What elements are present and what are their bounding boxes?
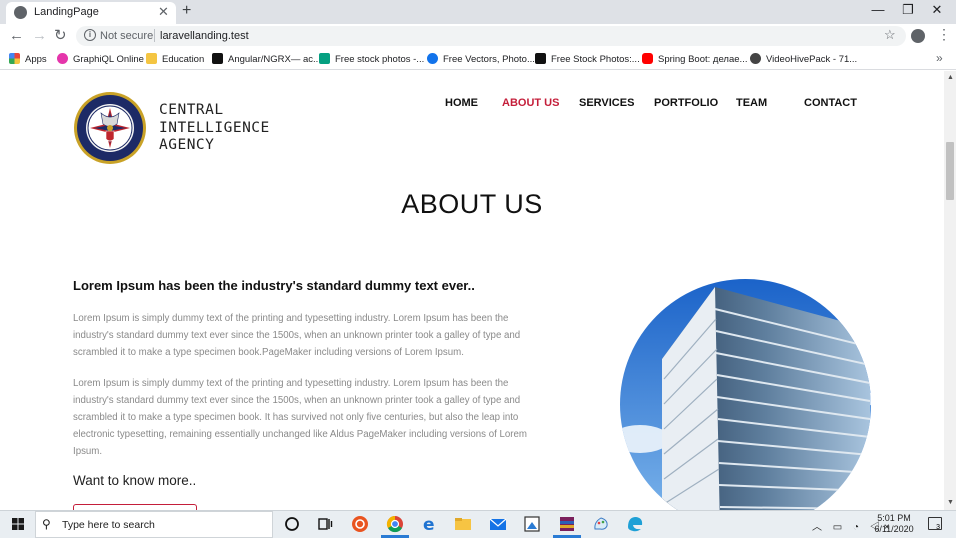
windows-start-icon[interactable]: [12, 518, 24, 530]
address-separator: [154, 29, 155, 42]
brand-name[interactable]: CENTRAL INTELLIGENCE AGENCY: [159, 102, 270, 155]
svg-text:e: e: [423, 515, 435, 534]
winrar-icon[interactable]: [557, 514, 577, 534]
nav-home[interactable]: HOME: [445, 97, 478, 109]
more-heading: Want to know more..: [73, 473, 197, 488]
bookmark-education[interactable]: Education: [146, 53, 204, 65]
bookmarks-overflow-icon[interactable]: »: [936, 51, 943, 65]
page-scrollbar[interactable]: [944, 71, 956, 510]
cortana-icon[interactable]: [282, 514, 302, 534]
bookmarks-bar: Apps GraphiQL Online Education Angular/N…: [0, 48, 956, 70]
address-bar[interactable]: i Not secure laravellanding.test ☆: [76, 26, 906, 46]
new-tab-button[interactable]: +: [182, 2, 191, 20]
nav-about-us[interactable]: ABOUT US: [502, 97, 559, 109]
brand-line-3: AGENCY: [159, 137, 215, 153]
url-text[interactable]: laravellanding.test: [160, 30, 249, 42]
bookmark-burst[interactable]: Free Stock Photos:...: [535, 53, 640, 65]
about-paragraph-1: Lorem Ipsum is simply dummy text of the …: [73, 313, 521, 358]
scroll-up-arrow-icon[interactable]: ▲: [947, 74, 954, 81]
bookmark-freepik[interactable]: Free Vectors, Photo...: [427, 53, 535, 65]
freepik-icon: [427, 53, 438, 64]
profile-avatar-icon[interactable]: [911, 29, 925, 43]
window-close-button[interactable]: ✕: [922, 2, 952, 18]
cia-seal-logo[interactable]: [73, 91, 147, 165]
chrome-icon[interactable]: [385, 514, 405, 534]
about-paragraph-2: Lorem Ipsum is simply dummy text of the …: [73, 378, 527, 457]
page-viewport: CENTRAL INTELLIGENCE AGENCY HOME ABOUT U…: [0, 71, 944, 510]
screenshot-tool-icon[interactable]: [522, 514, 542, 534]
taskbar-search-placeholder: Type here to search: [62, 519, 155, 531]
forward-arrow-icon[interactable]: →: [32, 27, 47, 44]
nav-team[interactable]: TEAM: [736, 97, 767, 109]
search-icon: ⚲: [42, 517, 51, 531]
paint-icon[interactable]: [591, 514, 611, 534]
tab-close-button[interactable]: ✕: [158, 4, 169, 20]
globe-icon: [14, 6, 27, 19]
bookmark-apps[interactable]: Apps: [9, 53, 47, 65]
bookmark-spring-boot[interactable]: Spring Boot: делае...: [642, 53, 747, 65]
brand-line-2: INTELLIGENCE: [159, 119, 270, 136]
notification-count: 3: [936, 524, 940, 531]
graphiql-icon: [57, 53, 68, 64]
nav-portfolio[interactable]: PORTFOLIO: [654, 97, 718, 109]
clock-time: 5:01 PM: [877, 513, 911, 523]
bookmark-graphiql[interactable]: GraphiQL Online: [57, 53, 144, 65]
task-view-icon[interactable]: [315, 514, 335, 534]
edge-icon[interactable]: e: [420, 514, 440, 534]
bookmark-pexels[interactable]: Free stock photos -...: [319, 53, 424, 65]
medium-icon: [212, 53, 223, 64]
nav-contact[interactable]: CONTACT: [804, 97, 857, 109]
apps-grid-icon: [9, 53, 20, 64]
browser-menu-icon[interactable]: ⋮: [937, 26, 951, 43]
taskbar-search-box[interactable]: ⚲ Type here to search: [35, 511, 273, 538]
bookmark-angular-ngrx[interactable]: Angular/NGRX— ас...: [212, 53, 321, 65]
file-explorer-icon[interactable]: [453, 514, 473, 534]
restore-button[interactable]: ❐: [893, 2, 923, 18]
edge-beta-icon[interactable]: [625, 514, 645, 534]
bookmark-star-icon[interactable]: ☆: [884, 27, 896, 43]
reload-icon[interactable]: ↻: [54, 26, 67, 44]
mail-icon[interactable]: [488, 514, 508, 534]
lead-heading: Lorem Ipsum has been the industry's stan…: [73, 278, 475, 293]
back-arrow-icon[interactable]: ←: [9, 27, 24, 44]
tab-title: LandingPage: [34, 6, 99, 18]
clock-date: 6/11/2020: [874, 524, 914, 534]
info-icon[interactable]: i: [84, 29, 96, 41]
videohive-icon: [750, 53, 761, 64]
security-label[interactable]: Not secure: [100, 30, 153, 42]
folder-icon: [146, 53, 157, 64]
minimize-button[interactable]: —: [863, 2, 893, 17]
scroll-down-arrow-icon[interactable]: ▼: [947, 499, 954, 506]
browser-tab[interactable]: LandingPage ✕: [6, 2, 176, 24]
taskbar-clock[interactable]: 5:01 PM 6/11/2020: [872, 513, 916, 535]
pexels-icon: [319, 53, 330, 64]
scrollbar-thumb[interactable]: [946, 142, 954, 200]
notification-center-icon[interactable]: 3: [928, 517, 942, 531]
bookmark-videohive[interactable]: VideoHivePack - 71...: [750, 53, 857, 65]
burst-icon: [535, 53, 546, 64]
building-photo: [620, 279, 871, 510]
nav-services[interactable]: SERVICES: [579, 97, 634, 109]
section-title: ABOUT US: [401, 189, 543, 219]
brand-line-1: CENTRAL: [159, 102, 224, 118]
ubuntu-icon[interactable]: [350, 514, 370, 534]
youtube-icon: [642, 53, 653, 64]
